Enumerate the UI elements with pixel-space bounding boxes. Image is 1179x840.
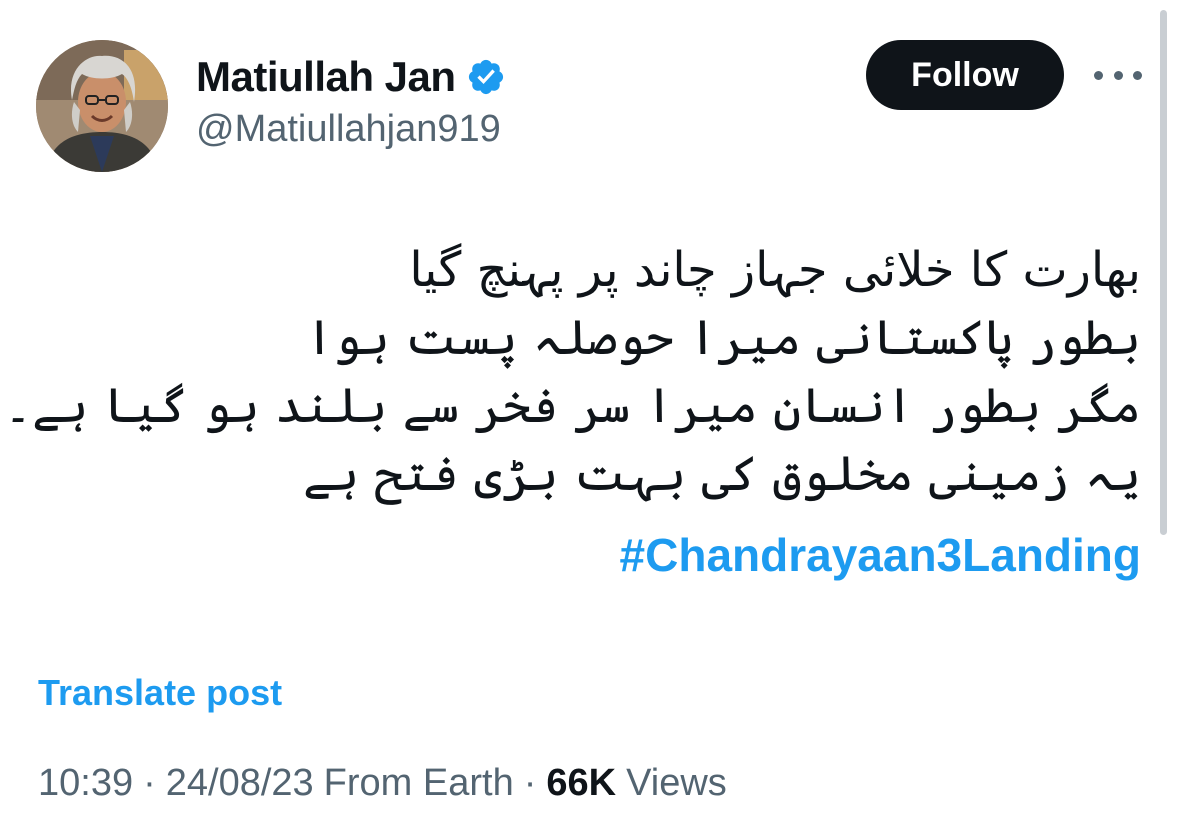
author-handle[interactable]: @Matiullahjan919 xyxy=(196,108,501,151)
verified-badge-icon[interactable] xyxy=(466,57,506,97)
tweet-metadata: 10:39 · 24/08/23 From Earth · 66K Views xyxy=(38,762,727,805)
tweet-line: یہ زمینی مخلوق کی بہت بڑی فتح ہے xyxy=(302,446,1141,502)
author-display-name[interactable]: Matiullah Jan xyxy=(196,53,456,101)
author-name-row: Matiullah Jan xyxy=(196,50,506,104)
tweet-text: بھارت کا خلائی جہاز چاند پر پہنچ گیا بطو… xyxy=(4,236,1141,508)
views-label: Views xyxy=(626,762,727,804)
scrollbar[interactable] xyxy=(1160,10,1167,535)
post-source: From Earth xyxy=(323,762,514,804)
post-date[interactable]: 24/08/23 xyxy=(166,762,314,805)
hashtag-link[interactable]: #Chandrayaan3Landing xyxy=(620,528,1141,582)
more-dot xyxy=(1094,70,1103,80)
tweet-line: بطور پاکستانی میرا حوصلہ پست ہوا xyxy=(305,310,1141,366)
tweet-line: مگر بطور انسان میرا سر فخر سے بلند ہو گی… xyxy=(4,378,1141,434)
translate-post-link[interactable]: Translate post xyxy=(38,672,282,714)
more-dot xyxy=(1133,70,1142,80)
separator-dot: · xyxy=(523,762,537,804)
post-time[interactable]: 10:39 xyxy=(38,762,133,805)
tweet-line: بھارت کا خلائی جہاز چاند پر پہنچ گیا xyxy=(409,242,1141,298)
avatar[interactable] xyxy=(36,40,168,172)
more-dot xyxy=(1113,70,1123,80)
profile-photo xyxy=(36,40,168,172)
separator-dot: · xyxy=(143,762,156,804)
more-horizontal-icon[interactable] xyxy=(1094,60,1142,90)
follow-button[interactable]: Follow xyxy=(866,40,1064,110)
views-count: 66K xyxy=(546,762,617,804)
